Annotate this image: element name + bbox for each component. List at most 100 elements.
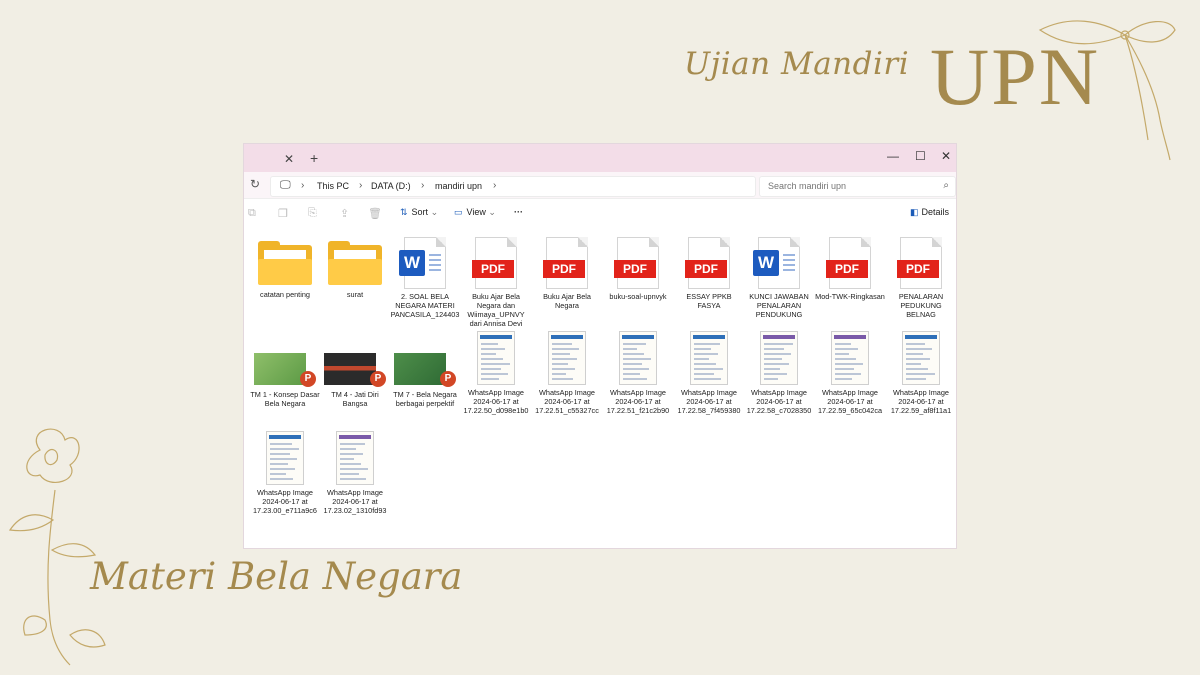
more-options-button[interactable]: ··· bbox=[514, 207, 523, 217]
file-item[interactable]: WhatsApp Image 2024-06-17 at 17.22.51_f2… bbox=[603, 331, 673, 415]
image-thumbnail bbox=[690, 331, 728, 385]
file-item[interactable]: WhatsApp Image 2024-06-17 at 17.23.02_13… bbox=[320, 431, 390, 515]
refresh-icon[interactable]: ↻ bbox=[250, 177, 260, 191]
file-name-label: Mod-TWK-Ringkasan bbox=[815, 292, 885, 301]
address-bar: ↻ 🖵 › This PC › DATA (D:) › mandiri upn … bbox=[244, 172, 956, 199]
image-thumbnail bbox=[619, 331, 657, 385]
copy-icon[interactable]: ❐ bbox=[278, 207, 288, 220]
view-icon: ▭ bbox=[454, 207, 463, 217]
pdf-file-icon: PDF bbox=[543, 237, 588, 289]
chevron-right-icon: › bbox=[421, 180, 425, 191]
file-item[interactable]: WhatsApp Image 2024-06-17 at 17.22.51_c5… bbox=[532, 331, 602, 415]
file-item[interactable]: WhatsApp Image 2024-06-17 at 17.22.59_af… bbox=[886, 331, 956, 415]
script-title: Ujian Mandiri bbox=[684, 46, 910, 82]
chevron-right-icon: › bbox=[493, 180, 497, 191]
powerpoint-file-icon: P bbox=[324, 353, 386, 387]
file-name-label: TM 1 - Konsep Dasar Bela Negara bbox=[250, 390, 320, 408]
image-thumbnail bbox=[548, 331, 586, 385]
share-icon[interactable]: ⇪ bbox=[340, 207, 349, 220]
file-name-label: ESSAY PPKB FASYA bbox=[686, 292, 732, 310]
file-item[interactable]: W 2. SOAL BELA NEGARA MATERI PANCASILA_12… bbox=[390, 237, 460, 319]
pdf-file-icon: PDF bbox=[614, 237, 659, 289]
file-name-label: Buku Ajar Bela Negara bbox=[543, 292, 591, 310]
file-item[interactable]: P TM 1 - Konsep Dasar Bela Negara bbox=[250, 337, 320, 408]
file-name-label: TM 4 - Jati Diri Bangsa bbox=[331, 390, 379, 408]
chevron-down-icon: ⌄ bbox=[488, 207, 496, 217]
image-thumbnail bbox=[831, 331, 869, 385]
file-name-label: WhatsApp Image 2024-06-17 at 17.23.00_e7… bbox=[253, 488, 317, 515]
big-title: UPN bbox=[930, 31, 1101, 122]
file-item[interactable]: PDF buku-soal-upnvyk bbox=[603, 237, 673, 301]
breadcrumb-this-pc[interactable]: This PC bbox=[317, 181, 349, 191]
chevron-right-icon: › bbox=[301, 180, 305, 191]
file-item[interactable]: WhatsApp Image 2024-06-17 at 17.22.59_65… bbox=[815, 331, 885, 415]
view-button[interactable]: ▭ View ⌄ bbox=[454, 207, 496, 218]
file-item[interactable]: PDF Buku Ajar Bela Negara bbox=[532, 237, 602, 310]
file-item[interactable]: WhatsApp Image 2024-06-17 at 17.22.58_c7… bbox=[744, 331, 814, 415]
word-file-icon: W bbox=[399, 237, 446, 289]
file-item[interactable]: catatan penting bbox=[250, 237, 320, 299]
file-name-label: WhatsApp Image 2024-06-17 at 17.22.59_65… bbox=[817, 388, 883, 415]
search-icon[interactable]: ⌕ bbox=[943, 180, 949, 191]
file-name-label: WhatsApp Image 2024-06-17 at 17.22.50_d0… bbox=[463, 388, 529, 415]
chevron-down-icon: ⌄ bbox=[430, 207, 439, 217]
details-pane-icon: ◧ bbox=[910, 207, 919, 217]
image-thumbnail bbox=[477, 331, 515, 385]
image-thumbnail bbox=[760, 331, 798, 385]
file-item[interactable]: P TM 7 - Bela Negara berbagai perpektif bbox=[390, 337, 460, 408]
search-input[interactable] bbox=[766, 180, 940, 192]
tab-bar: ✕ + — ☐ ✕ bbox=[244, 144, 956, 172]
minimize-icon[interactable]: — bbox=[887, 149, 899, 163]
file-name-label: WhatsApp Image 2024-06-17 at 17.22.51_f2… bbox=[606, 388, 670, 415]
word-file-icon: W bbox=[753, 237, 800, 289]
maximize-icon[interactable]: ☐ bbox=[915, 149, 926, 163]
file-item[interactable]: PDF PENALARAN PEDUKUNG BELNAG bbox=[886, 237, 956, 319]
breadcrumb[interactable]: 🖵 › This PC › DATA (D:) › mandiri upn › bbox=[270, 176, 756, 197]
file-item[interactable]: W KUNCI JAWABAN PENALARAN PENDUKUNG bbox=[744, 237, 814, 319]
file-name-label: WhatsApp Image 2024-06-17 at 17.22.58_7f… bbox=[677, 388, 741, 415]
file-item[interactable]: WhatsApp Image 2024-06-17 at 17.22.50_d0… bbox=[461, 331, 531, 415]
file-name-label: 2. SOAL BELA NEGARA MATERI PANCASILA_124… bbox=[390, 292, 460, 319]
file-name-label: WhatsApp Image 2024-06-17 at 17.22.59_af… bbox=[890, 388, 952, 415]
file-name-label: PENALARAN PEDUKUNG BELNAG bbox=[898, 292, 944, 319]
file-name-label: KUNCI JAWABAN PENALARAN PENDUKUNG bbox=[749, 292, 809, 319]
delete-icon[interactable]: 🗑 bbox=[368, 207, 382, 220]
file-item[interactable]: WhatsApp Image 2024-06-17 at 17.23.00_e7… bbox=[250, 431, 320, 515]
paste-icon[interactable]: ⎘ bbox=[308, 207, 317, 220]
breadcrumb-mandiri-upn[interactable]: mandiri upn bbox=[435, 181, 482, 191]
plus-icon[interactable]: + bbox=[310, 150, 318, 166]
file-name-label: WhatsApp Image 2024-06-17 at 17.22.58_c7… bbox=[746, 388, 812, 415]
image-thumbnail bbox=[336, 431, 374, 485]
file-name-label: buku-soal-upnvyk bbox=[609, 292, 667, 301]
pdf-file-icon: PDF bbox=[826, 237, 871, 289]
file-item[interactable]: PDF Mod-TWK-Ringkasan bbox=[815, 237, 885, 301]
footer-title: Materi Bela Negara bbox=[90, 555, 463, 598]
image-thumbnail bbox=[902, 331, 940, 385]
file-grid: catatan penting surat W 2. SOAL BELA NEGARA… bbox=[244, 227, 956, 548]
cut-icon[interactable]: ⧉ bbox=[248, 207, 256, 220]
folder-icon bbox=[328, 241, 382, 287]
file-item[interactable]: PDF Buku Ajar Bela Negara dan Wiimaya_UPN… bbox=[461, 237, 531, 328]
file-item[interactable]: P TM 4 - Jati Diri Bangsa bbox=[320, 337, 390, 408]
rose-decoration bbox=[8, 428, 106, 666]
breadcrumb-data-drive[interactable]: DATA (D:) bbox=[371, 181, 411, 191]
tab-active[interactable]: ✕ bbox=[244, 144, 300, 172]
details-button[interactable]: ◧ Details bbox=[910, 207, 949, 218]
folder-icon bbox=[258, 241, 312, 287]
pdf-file-icon: PDF bbox=[897, 237, 942, 289]
file-name-label: WhatsApp Image 2024-06-17 at 17.22.51_c5… bbox=[535, 388, 599, 415]
powerpoint-file-icon: P bbox=[254, 353, 316, 387]
file-item[interactable]: surat bbox=[320, 237, 390, 299]
sort-button[interactable]: ⇅ Sort ⌄ bbox=[400, 207, 438, 218]
file-item[interactable]: PDF ESSAY PPKB FASYA bbox=[674, 237, 744, 310]
monitor-icon: 🖵 bbox=[280, 179, 291, 191]
file-item[interactable]: WhatsApp Image 2024-06-17 at 17.22.58_7f… bbox=[674, 331, 744, 415]
sort-label: Sort bbox=[411, 207, 429, 217]
window-close-icon[interactable]: ✕ bbox=[941, 149, 951, 163]
file-name-label: WhatsApp Image 2024-06-17 at 17.23.02_13… bbox=[323, 488, 387, 515]
file-name-label: Buku Ajar Bela Negara dan Wiimaya_UPNVY … bbox=[467, 292, 525, 328]
sort-icon: ⇅ bbox=[400, 207, 408, 217]
close-icon[interactable]: ✕ bbox=[284, 152, 294, 166]
file-name-label: surat bbox=[346, 290, 364, 299]
powerpoint-file-icon: P bbox=[394, 353, 456, 387]
